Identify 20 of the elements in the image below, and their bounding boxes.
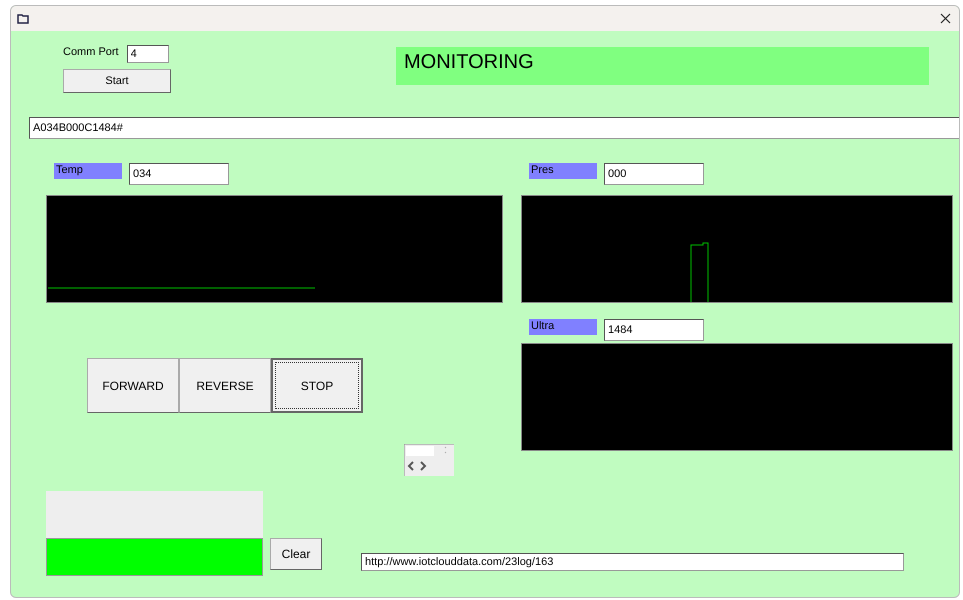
clear-button[interactable]: Clear bbox=[270, 538, 322, 570]
sensor-value-field[interactable]: 034 bbox=[129, 163, 229, 185]
comm-port-label: Comm Port bbox=[63, 45, 119, 59]
comm-port-field[interactable]: 4 bbox=[126, 45, 169, 63]
motor-button[interactable]: FORWARD bbox=[87, 358, 179, 413]
sensor-label: Temp bbox=[54, 163, 122, 179]
motor-button[interactable]: REVERSE bbox=[179, 358, 271, 413]
scroll-arrows-icon[interactable] bbox=[404, 444, 454, 476]
url-field[interactable]: http://www.iotclouddata.com/23log/163 bbox=[361, 553, 904, 571]
banner-title: MONITORING bbox=[396, 47, 929, 85]
window-icon bbox=[17, 14, 29, 24]
start-button[interactable]: Start bbox=[63, 69, 171, 93]
close-icon[interactable] bbox=[940, 13, 951, 24]
sensor-value-field[interactable]: 1484 bbox=[604, 319, 704, 341]
data-field[interactable]: A034B000C1484# bbox=[29, 117, 959, 139]
trace-line bbox=[690, 242, 708, 302]
motor-button[interactable]: STOP bbox=[271, 358, 363, 413]
sensor-label: Pres bbox=[529, 163, 597, 179]
sensor-value-field[interactable]: 000 bbox=[604, 163, 704, 185]
sensor-label: Ultra bbox=[529, 319, 597, 335]
